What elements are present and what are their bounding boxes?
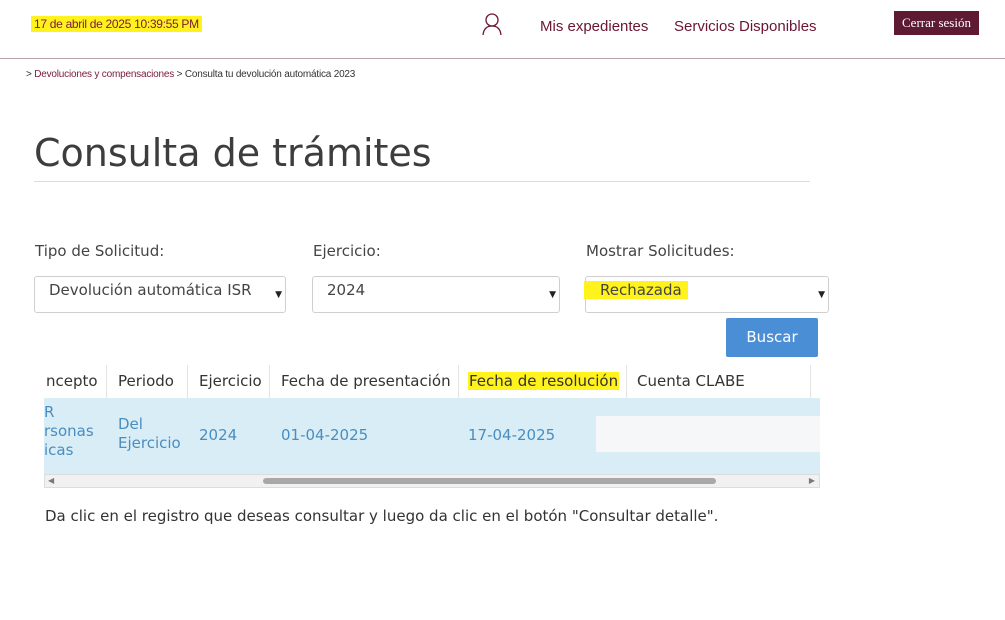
ejercicio-label: Ejercicio: (313, 242, 381, 260)
mostrar-solicitudes-value: Rechazada (584, 281, 688, 299)
chevron-down-icon: ▼ (818, 290, 825, 300)
nav-mis-expedientes[interactable]: Mis expedientes (540, 18, 648, 35)
column-header-periodo[interactable]: Periodo (107, 365, 188, 398)
cell-cuenta-clabe-redacted (596, 416, 820, 452)
session-timestamp: 17 de abril de 2025 10:39:55 PM (31, 16, 202, 32)
ejercicio-select[interactable]: 2024 ▼ (312, 276, 560, 313)
cell-fecha-presentacion: 01-04-2025 (281, 426, 369, 444)
table-row[interactable]: R rsonas icas Del Ejercicio 2024 01-04-2… (44, 398, 820, 474)
breadcrumb: > Devoluciones y compensaciones > Consul… (26, 69, 355, 80)
breadcrumb-separator: > (174, 69, 185, 80)
scrollbar-thumb[interactable] (263, 478, 716, 484)
logout-button[interactable]: Cerrar sesión (894, 11, 979, 35)
user-icon[interactable] (481, 12, 503, 36)
cell-concepto-line: icas (44, 441, 74, 459)
mostrar-solicitudes-select[interactable]: Rechazada ▼ (584, 276, 829, 313)
chevron-down-icon: ▼ (275, 290, 282, 300)
breadcrumb-separator: > (26, 69, 35, 80)
chevron-down-icon: ▼ (549, 290, 556, 300)
breadcrumb-current: Consulta tu devolución automática 2023 (184, 69, 356, 80)
search-button[interactable]: Buscar (726, 318, 818, 357)
cell-fecha-resolucion: 17-04-2025 (468, 426, 556, 444)
results-table: ncepto Periodo Ejercicio Fecha de presen… (44, 365, 820, 488)
cell-concepto-line: rsonas (44, 422, 94, 440)
breadcrumb-devoluciones[interactable]: Devoluciones y compensaciones (34, 69, 174, 80)
tipo-solicitud-select[interactable]: Devolución automática ISR ▼ (34, 276, 286, 313)
mostrar-solicitudes-label: Mostrar Solicitudes: (586, 242, 735, 260)
nav-servicios-disponibles[interactable]: Servicios Disponibles (674, 18, 817, 35)
scroll-left-arrow-icon[interactable]: ◀ (48, 475, 54, 487)
scroll-right-arrow-icon[interactable]: ▶ (809, 475, 815, 487)
column-header-cuenta-clabe[interactable]: Cuenta CLABE (627, 365, 811, 398)
table-header: ncepto Periodo Ejercicio Fecha de presen… (44, 365, 820, 399)
tipo-solicitud-label: Tipo de Solicitud: (35, 242, 165, 260)
ejercicio-value: 2024 (327, 281, 366, 299)
title-divider (34, 181, 810, 182)
cell-periodo-line: Del (118, 415, 143, 433)
top-bar: 17 de abril de 2025 10:39:55 PM Mis expe… (0, 0, 1005, 59)
cell-concepto-line: R (44, 403, 55, 421)
column-header-fecha-presentacion[interactable]: Fecha de presentación (270, 365, 459, 398)
column-header-concepto[interactable]: ncepto (44, 365, 107, 398)
instruction-text: Da clic en el registro que deseas consul… (45, 507, 719, 525)
column-header-ejercicio[interactable]: Ejercicio (188, 365, 270, 398)
tipo-solicitud-value: Devolución automática ISR (49, 281, 252, 299)
horizontal-scrollbar[interactable]: ◀ ▶ (44, 474, 820, 488)
cell-concepto: R rsonas icas (44, 403, 94, 460)
page-title: Consulta de trámites (34, 131, 432, 175)
column-header-fecha-resolucion[interactable]: Fecha de resolución (459, 365, 627, 398)
cell-ejercicio: 2024 (199, 426, 238, 444)
cell-periodo-line: Ejercicio (118, 434, 181, 452)
cell-periodo: Del Ejercicio (118, 415, 181, 453)
fecha-resolucion-header-text: Fecha de resolución (468, 372, 620, 390)
